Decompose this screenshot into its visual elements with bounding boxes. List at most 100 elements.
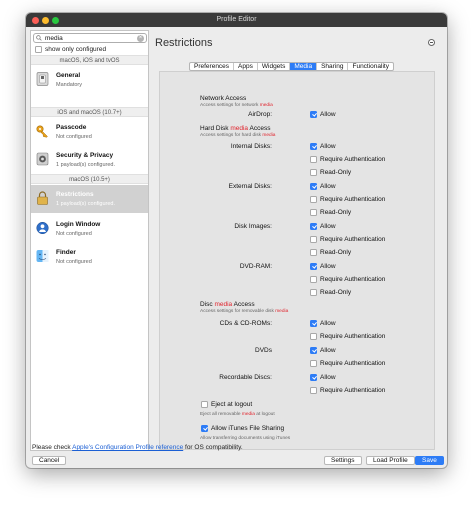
external-disks-require-auth-checkbox[interactable]: Require Authentication [310,196,385,203]
heading-text: Access [232,301,255,308]
sidebar-item-restrictions[interactable]: Restrictions 1 payload(s) configured. [31,185,148,213]
checkbox-box[interactable] [310,169,317,176]
checkbox-box[interactable] [310,143,317,150]
eject-at-logout-checkbox[interactable]: Eject at logout [201,401,252,408]
page-title: Restrictions [155,37,213,49]
eject-description: Eject all removable media at logout [200,412,275,417]
hard-disk-heading: Hard Disk media Access [200,125,270,132]
desc-highlight: media [259,103,273,108]
checkbox-box[interactable] [310,276,317,283]
checkbox-box[interactable] [310,333,317,340]
dvds-require-auth-checkbox[interactable]: Require Authentication [310,360,385,367]
show-only-configured-label: show only configured [45,46,107,54]
sidebar-item-name: Restrictions [56,191,94,198]
search-icon [36,35,42,41]
internal-disks-allow-checkbox[interactable]: Allow [310,143,336,150]
dvds-allow-checkbox[interactable]: Allow [310,347,336,354]
desc-highlight: media [262,133,276,138]
option-label: Require Authentication [320,276,386,284]
dvd-ram-allow-checkbox[interactable]: Allow [310,263,336,270]
settings-button[interactable]: Settings [324,456,362,465]
security-icon [36,152,49,166]
section-header-macos: macOS (10.5+) [31,174,148,184]
disk-images-allow-checkbox[interactable]: Allow [310,223,336,230]
tab-bar: Preferences Apps Widgets Media Sharing F… [189,62,394,71]
sidebar-item-finder[interactable]: Finder Not configured [31,243,148,271]
checkbox-box[interactable] [310,374,317,381]
checkbox-box[interactable] [310,387,317,394]
cds-require-auth-checkbox[interactable]: Require Authentication [310,333,385,340]
tab-functionality[interactable]: Functionality [348,63,393,70]
internal-disks-require-auth-checkbox[interactable]: Require Authentication [310,156,385,163]
option-label: Allow [320,263,336,271]
sidebar-item-security-privacy[interactable]: Security & Privacy 1 payload(s) configur… [31,146,148,174]
desc-text: Access settings for network [200,103,260,108]
sidebar-item-general[interactable]: General Mandatory [31,66,148,94]
heading-highlight: media [214,301,233,308]
save-button[interactable]: Save [415,456,444,465]
external-disks-read-only-checkbox[interactable]: Read-Only [310,209,351,216]
external-disks-allow-checkbox[interactable]: Allow [310,183,336,190]
tab-widgets[interactable]: Widgets [258,63,291,70]
checkbox-box[interactable] [310,223,317,230]
search-input[interactable] [45,35,135,42]
cds-label: CDs & CD-ROMs: [219,320,272,327]
search-field[interactable]: × [33,33,147,43]
checkbox-box[interactable] [310,209,317,216]
itunes-file-sharing-checkbox[interactable]: Allow iTunes File Sharing [201,425,284,432]
airdrop-allow-checkbox[interactable]: Allow [310,111,336,118]
internal-disks-read-only-checkbox[interactable]: Read-Only [310,169,351,176]
checkbox-box[interactable] [310,289,317,296]
sidebar-item-passcode[interactable]: Passcode Not configured [31,118,148,146]
cancel-button[interactable]: Cancel [32,456,67,465]
checkbox-box[interactable] [201,425,208,432]
heading-text: Access [248,125,271,132]
desc-highlight: media [275,309,289,314]
checkbox-box[interactable] [310,156,317,163]
option-label: Allow iTunes File Sharing [211,425,285,433]
option-label: Allow [320,223,336,231]
checkbox-box[interactable] [310,249,317,256]
title-bar[interactable]: Profile Editor [26,13,447,27]
option-label: Read-Only [320,209,352,217]
show-only-configured-checkbox[interactable]: show only configured [35,46,106,53]
collapse-icon[interactable] [428,39,435,46]
clear-search-icon[interactable]: × [137,35,144,42]
hard-disk-description: Access settings for hard disk media [200,133,275,138]
option-label: Require Authentication [320,236,386,244]
tab-sharing[interactable]: Sharing [317,63,349,70]
sidebar-item-status: Mandatory [56,82,82,88]
sidebar-item-login-window[interactable]: Login Window Not configured [31,215,148,243]
recordable-allow-checkbox[interactable]: Allow [310,374,336,381]
dvd-ram-read-only-checkbox[interactable]: Read-Only [310,289,351,296]
tab-apps[interactable]: Apps [234,63,258,70]
dvd-ram-require-auth-checkbox[interactable]: Require Authentication [310,276,385,283]
external-disks-label: External Disks: [228,183,272,190]
checkbox-box[interactable] [201,401,208,408]
checkbox-box[interactable] [310,236,317,243]
checkbox-box[interactable] [310,263,317,270]
main-content: Restrictions Preferences Apps Widgets Me… [153,30,443,450]
checkbox-box[interactable] [310,360,317,367]
sidebar-item-status: 1 payload(s) configured. [56,162,116,168]
itunes-description: Allow transferring documents using iTune… [200,436,291,441]
sidebar-item-status: Not configured [56,134,92,140]
checkbox-box[interactable] [310,183,317,190]
desc-text: Eject all removable [200,412,242,417]
load-profile-button[interactable]: Load Profile [366,456,415,465]
disk-images-read-only-checkbox[interactable]: Read-Only [310,249,351,256]
gear-switch-icon [36,72,49,86]
checkbox-box[interactable] [310,111,317,118]
checkbox-box[interactable] [310,347,317,354]
tab-media[interactable]: Media [290,63,318,70]
sidebar-item-name: Passcode [56,124,87,131]
key-icon [36,125,48,138]
checkbox-box[interactable] [310,320,317,327]
checkbox-box[interactable] [35,46,42,53]
configuration-reference-link[interactable]: Apple's Configuration Profile reference [72,444,183,451]
recordable-require-auth-checkbox[interactable]: Require Authentication [310,387,385,394]
disk-images-require-auth-checkbox[interactable]: Require Authentication [310,236,385,243]
cds-allow-checkbox[interactable]: Allow [310,320,336,327]
checkbox-box[interactable] [310,196,317,203]
tab-preferences[interactable]: Preferences [190,63,235,70]
